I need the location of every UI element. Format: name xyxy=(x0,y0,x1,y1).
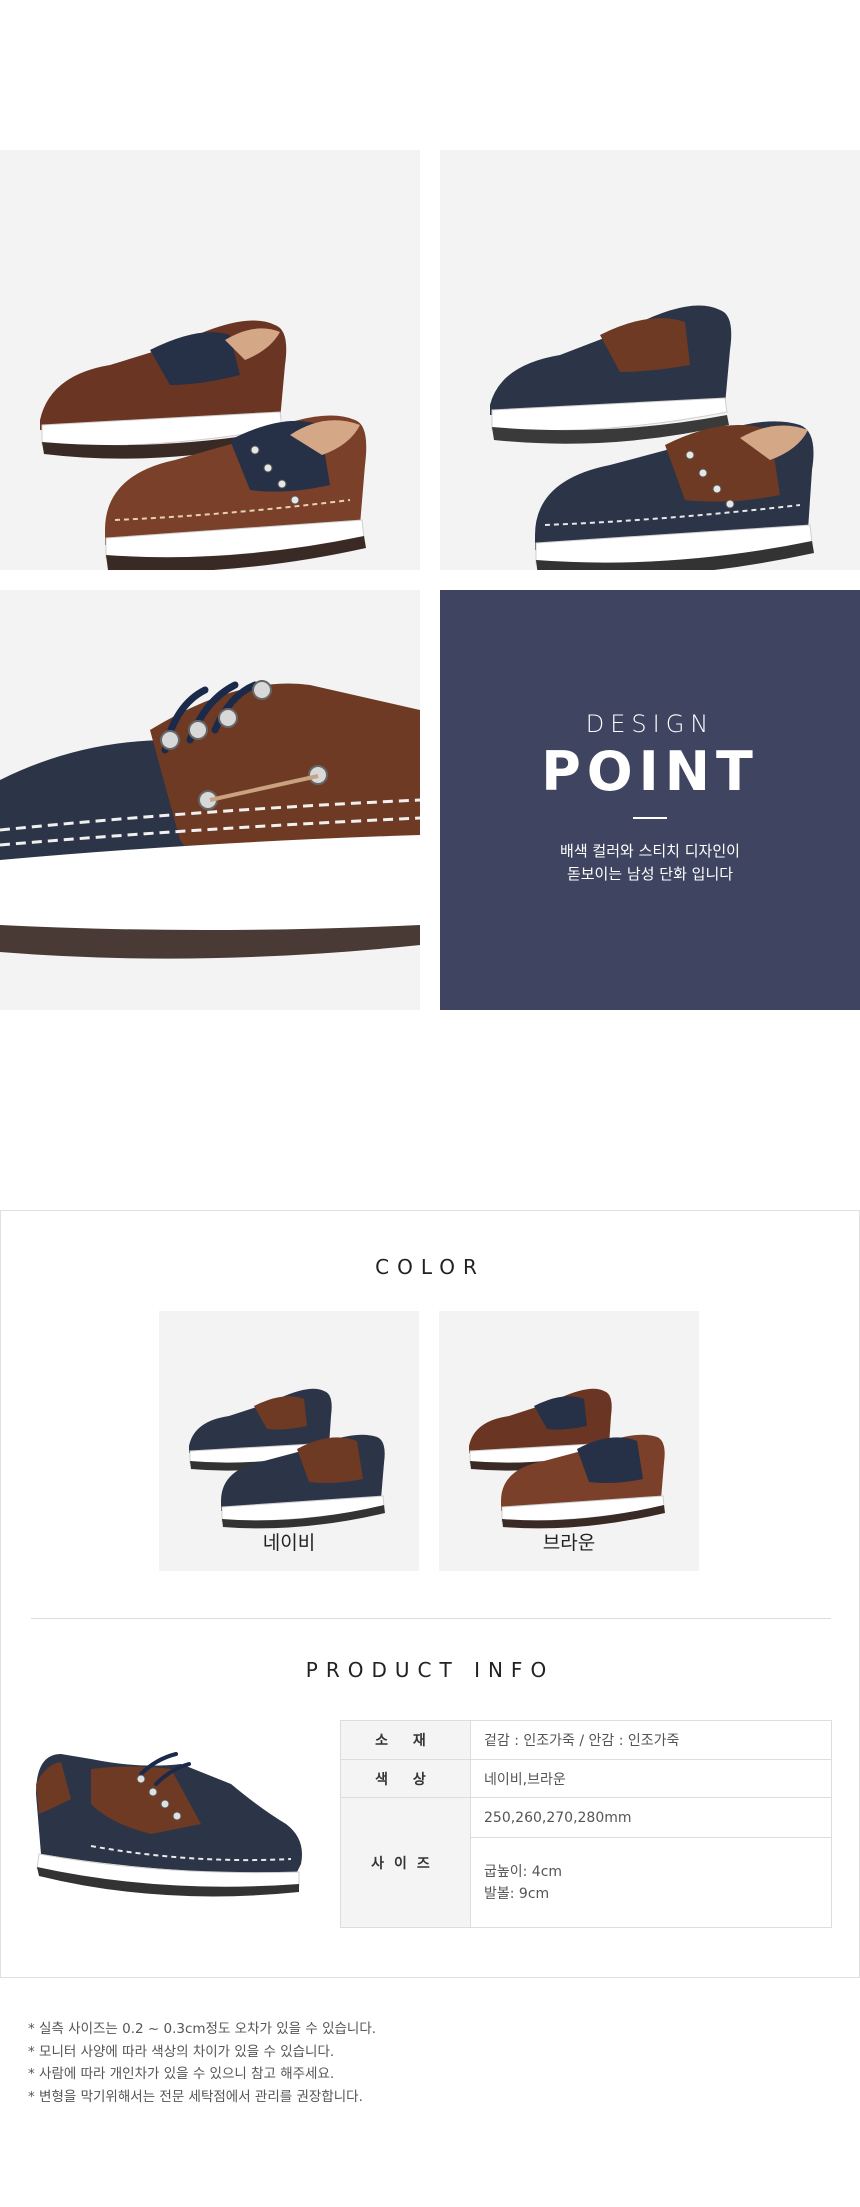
spec-heel-height: 굽높이: 4cm xyxy=(484,1863,563,1880)
spec-key: 소 재 xyxy=(340,1720,471,1760)
product-info-image xyxy=(31,1724,311,1914)
section-divider xyxy=(31,1618,831,1619)
notice-item: * 사람에 따라 개인차가 있을 수 있으니 참고 해주세요. xyxy=(28,2066,335,2082)
spec-value: 250,260,270,280mm xyxy=(470,1797,832,1838)
color-option-brown[interactable]: 브라운 xyxy=(439,1311,699,1571)
notice-item: * 모니터 사양에 따라 색상의 차이가 있을 수 있습니다. xyxy=(28,2043,335,2060)
product-photo-brown-pair xyxy=(0,150,420,570)
spec-key: 사이즈 xyxy=(340,1797,471,1928)
spec-value: 네이비,브라운 xyxy=(470,1759,832,1798)
color-option-label: 네이비 xyxy=(262,1532,316,1554)
spec-foot-width: 발볼: 9cm xyxy=(484,1885,550,1902)
design-title: POINT xyxy=(541,740,759,803)
color-option-navy[interactable]: 네이비 xyxy=(159,1311,419,1571)
spec-row-size: 사이즈 250,260,270,280mm xyxy=(340,1797,832,1928)
design-description-line2: 돋보이는 남성 단화 입니다 xyxy=(566,865,734,883)
design-eyebrow: DESIGN xyxy=(585,710,715,738)
spec-value: 겉감 : 인조가죽 / 안감 : 인조가죽 xyxy=(470,1720,832,1760)
color-option-label: 브라운 xyxy=(542,1532,596,1554)
spec-row-material: 소 재 겉감 : 인조가죽 / 안감 : 인조가죽 xyxy=(340,1720,832,1760)
design-description-line1: 배색 컬러와 스티치 디자인이 xyxy=(560,842,740,860)
spec-table: 소 재 겉감 : 인조가죽 / 안감 : 인조가죽 색 상 네이비,브라운 사이… xyxy=(340,1720,832,1928)
design-divider xyxy=(633,817,667,819)
spec-key: 색 상 xyxy=(340,1759,471,1798)
notice-list: * 실측 사이즈는 0.2 ~ 0.3cm정도 오차가 있을 수 있습니다. *… xyxy=(28,2018,376,2108)
notice-item: * 실측 사이즈는 0.2 ~ 0.3cm정도 오차가 있을 수 있습니다. xyxy=(28,2021,377,2037)
design-description: 배색 컬러와 스티치 디자인이 돋보이는 남성 단화 입니다 xyxy=(440,840,860,886)
product-info-box: COLOR 네이비 브라운 PRODUCT INFO 소 재 겉감: 인조가죽… xyxy=(0,1210,860,1978)
spec-row-color: 색 상 네이비,브라운 xyxy=(340,1759,832,1798)
product-photo-closeup xyxy=(0,590,420,1010)
product-info-title: PRODUCT INFO xyxy=(305,1658,555,1682)
notice-item: * 변형을 막기위해서는 전문 세탁점에서 관리를 권장합니다. xyxy=(28,2088,363,2105)
design-point-panel: DESIGN POINT 배색 컬러와 스티치 디자인이 돋보이는 남성 단화 … xyxy=(440,590,860,1010)
color-section-title: COLOR xyxy=(375,1255,485,1279)
spec-value-extra: 굽높이: 4cm 발볼: 9cm xyxy=(470,1837,832,1928)
product-photo-navy-pair xyxy=(440,150,860,570)
